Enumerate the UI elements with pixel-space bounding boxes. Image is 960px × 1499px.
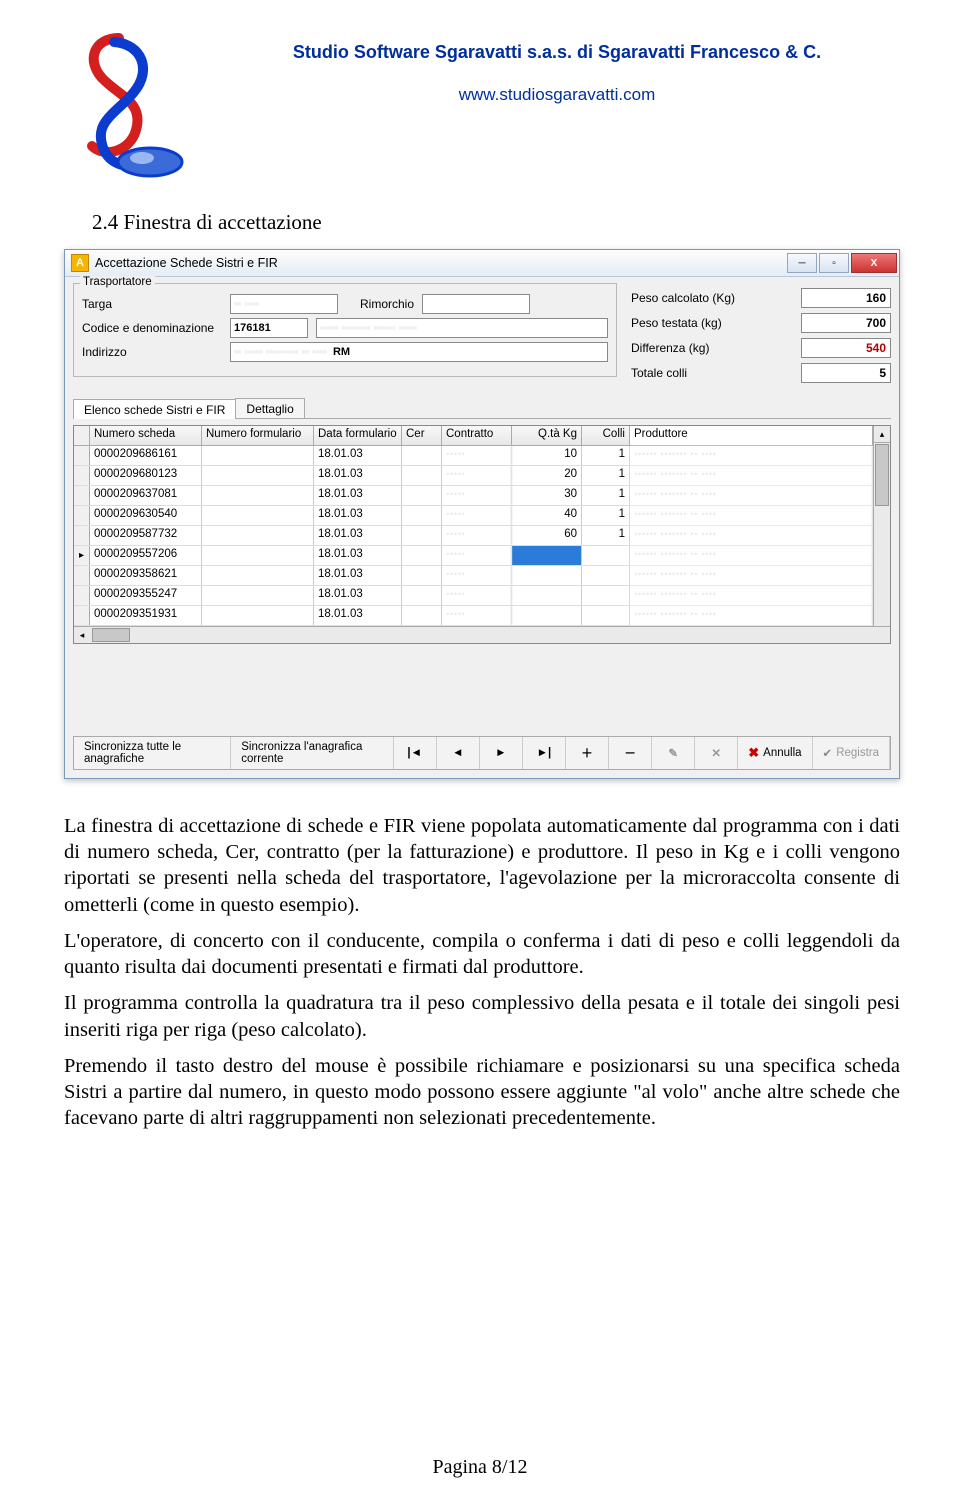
tabs: Elenco schede Sistri e FIR Dettaglio — [73, 398, 891, 419]
cancel-icon: ✖ — [748, 745, 759, 761]
vertical-scrollbar[interactable]: ▴ — [873, 426, 890, 626]
app-icon: A — [71, 254, 89, 272]
window-titlebar: A Accettazione Schede Sistri e FIR ─ ▫ X — [65, 250, 899, 277]
targa-label: Targa — [82, 297, 222, 311]
codice-label: Codice e denominazione — [82, 321, 222, 335]
table-row[interactable]: 000020968616118.01.03·····101······ ····… — [74, 446, 873, 466]
col-data-formulario[interactable]: Data formulario — [314, 426, 402, 445]
rimorchio-input[interactable] — [422, 294, 530, 314]
indirizzo-label: Indirizzo — [82, 345, 222, 359]
sync-current-button[interactable]: Sincronizza l'anagrafica corrente — [231, 737, 393, 769]
paragraph: Premendo il tasto destro del mouse è pos… — [64, 1053, 900, 1132]
sync-all-button[interactable]: Sincronizza tutte le anagrafiche — [74, 737, 231, 769]
table-row[interactable]: ▸000020955720618.01.03··········· ······… — [74, 546, 873, 566]
table-row[interactable]: 000020935193118.01.03··········· ·······… — [74, 606, 873, 626]
rimorchio-label: Rimorchio — [360, 297, 414, 311]
registra-button[interactable]: ✔Registra — [813, 737, 890, 769]
maximize-button[interactable]: ▫ — [819, 253, 849, 273]
fieldset-legend: Trasportatore — [80, 276, 155, 288]
company-name: Studio Software Sgaravatti s.a.s. di Sga… — [214, 42, 900, 63]
col-numero-scheda[interactable]: Numero scheda — [90, 426, 202, 445]
minimize-button[interactable]: ─ — [787, 253, 817, 273]
document-body: La finestra di accettazione di schede e … — [64, 813, 900, 1132]
col-contratto[interactable]: Contratto — [442, 426, 512, 445]
paragraph: Il programma controlla la quadratura tra… — [64, 990, 900, 1042]
targa-input[interactable]: ·· ···· — [230, 294, 338, 314]
peso-testata-label: Peso testata (kg) — [631, 316, 791, 330]
check-icon: ✔ — [823, 746, 833, 760]
summary-panel: Peso calcolato (Kg) 160 Peso testata (kg)… — [631, 283, 891, 388]
differenza-label: Differenza (kg) — [631, 341, 791, 355]
company-logo — [64, 30, 194, 180]
col-numero-formulario[interactable]: Numero formulario — [202, 426, 314, 445]
codice-input[interactable]: 176181 — [230, 318, 308, 338]
bottom-toolbar: Sincronizza tutte le anagrafiche Sincron… — [73, 736, 891, 770]
close-button[interactable]: X — [851, 253, 897, 273]
horizontal-scrollbar[interactable]: ◂ — [74, 626, 890, 643]
nav-delete-button[interactable]: － — [609, 737, 652, 769]
page-footer: Pagina 8/12 — [0, 1456, 960, 1479]
table-row[interactable]: 000020935862118.01.03··········· ·······… — [74, 566, 873, 586]
differenza-value: 540 — [801, 338, 891, 358]
denominazione-input[interactable]: ····· ········ ······ ····· — [316, 318, 608, 338]
paragraph: L'operatore, di concerto con il conducen… — [64, 928, 900, 980]
col-colli[interactable]: Colli — [582, 426, 630, 445]
nav-add-button[interactable]: ＋ — [566, 737, 609, 769]
trasportatore-fieldset: Trasportatore Targa ·· ···· Rimorchio Co… — [73, 283, 617, 377]
indirizzo-input[interactable]: ·· ····· ········· ·· ···· RM — [230, 342, 608, 362]
peso-calcolato-value: 160 — [801, 288, 891, 308]
peso-testata-value: 700 — [801, 313, 891, 333]
page-header: Studio Software Sgaravatti s.a.s. di Sga… — [64, 30, 900, 180]
table-row[interactable]: 000020963708118.01.03·····301······ ····… — [74, 486, 873, 506]
table-row[interactable]: 000020968012318.01.03·····201······ ····… — [74, 466, 873, 486]
grid-header: Numero scheda Numero formulario Data for… — [74, 426, 873, 446]
paragraph: La finestra di accettazione di schede e … — [64, 813, 900, 918]
table-row[interactable]: 000020963054018.01.03·····401······ ····… — [74, 506, 873, 526]
annulla-button[interactable]: ✖Annulla — [738, 737, 812, 769]
app-window: A Accettazione Schede Sistri e FIR ─ ▫ X… — [64, 249, 900, 779]
table-row[interactable]: 000020958773218.01.03·····601······ ····… — [74, 526, 873, 546]
data-grid[interactable]: Numero scheda Numero formulario Data for… — [73, 425, 891, 644]
website-link[interactable]: www.studiosgaravatti.com — [214, 85, 900, 105]
totale-colli-label: Totale colli — [631, 366, 791, 380]
nav-edit-button[interactable]: ✎ — [652, 737, 695, 769]
table-row[interactable]: 000020935524718.01.03··········· ·······… — [74, 586, 873, 606]
totale-colli-value: 5 — [801, 363, 891, 383]
peso-calcolato-label: Peso calcolato (Kg) — [631, 291, 791, 305]
section-title: 2.4 Finestra di accettazione — [92, 210, 900, 235]
nav-prev-button[interactable]: ◄ — [437, 737, 480, 769]
nav-first-button[interactable]: |◄ — [394, 737, 437, 769]
tab-dettaglio[interactable]: Dettaglio — [235, 398, 304, 418]
window-title: Accettazione Schede Sistri e FIR — [95, 256, 787, 270]
nav-last-button[interactable]: ►| — [523, 737, 566, 769]
col-cer[interactable]: Cer — [402, 426, 442, 445]
nav-cancel-edit-button[interactable]: ✕ — [695, 737, 738, 769]
col-qta-kg[interactable]: Q.tà Kg — [512, 426, 582, 445]
tab-elenco[interactable]: Elenco schede Sistri e FIR — [73, 399, 236, 419]
col-produttore[interactable]: Produttore — [630, 426, 873, 445]
nav-next-button[interactable]: ► — [480, 737, 523, 769]
